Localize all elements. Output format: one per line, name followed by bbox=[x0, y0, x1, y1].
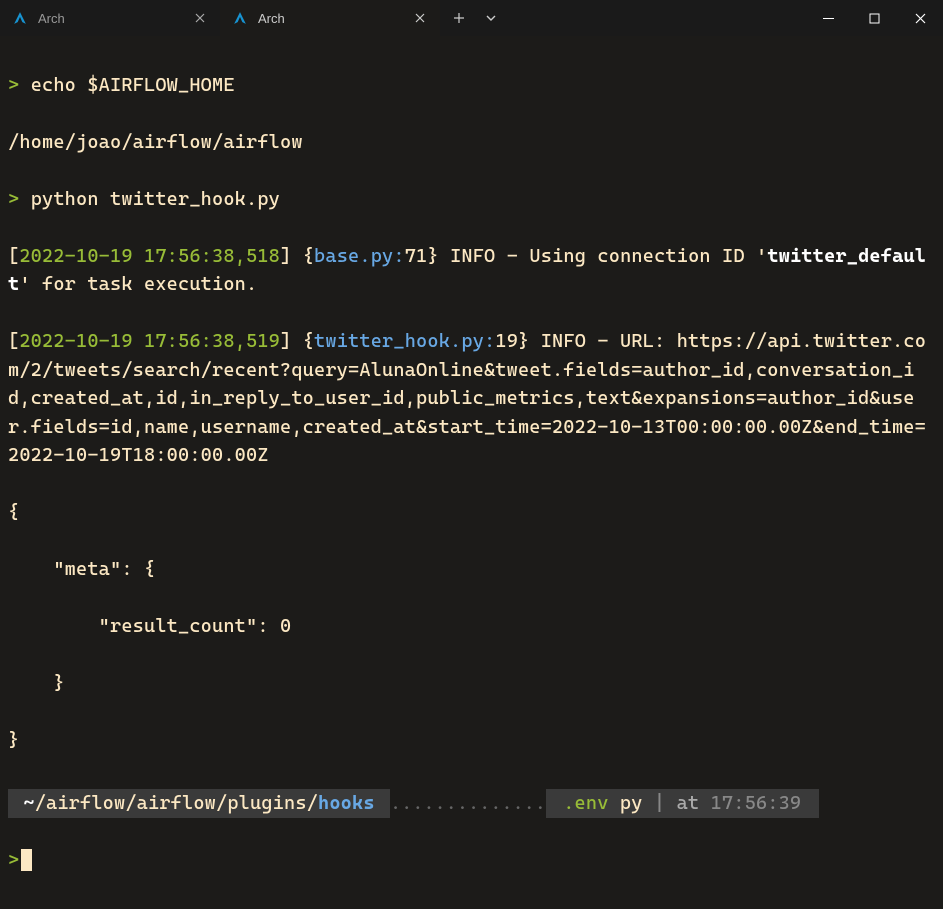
terminal-line: > echo $AIRFLOW_HOME bbox=[8, 71, 935, 100]
arch-icon bbox=[12, 10, 28, 26]
tab-title-1: Arch bbox=[38, 11, 182, 26]
venv-name: .env bbox=[563, 792, 608, 814]
log-file: base.py: bbox=[314, 245, 405, 267]
log-level: INFO bbox=[541, 330, 586, 352]
prompt-char: > bbox=[8, 849, 19, 871]
output: /home/joao/airflow/airflow bbox=[8, 131, 303, 153]
close-icon[interactable] bbox=[412, 10, 428, 26]
log-msg: - Using connection ID ' bbox=[495, 245, 767, 267]
status-path: ~/airflow/airflow/plugins/hooks bbox=[8, 789, 390, 818]
command: python twitter_hook.py bbox=[31, 188, 280, 210]
minimize-button[interactable] bbox=[805, 0, 851, 36]
tab-title-2: Arch bbox=[258, 11, 402, 26]
prompt-line: > bbox=[8, 846, 935, 875]
maximize-button[interactable] bbox=[851, 0, 897, 36]
new-tab-button[interactable] bbox=[444, 3, 474, 33]
prompt-char: > bbox=[8, 74, 19, 96]
titlebar: Arch Arch bbox=[0, 0, 943, 36]
log-file: twitter_hook.py: bbox=[314, 330, 495, 352]
status-line: ~/airflow/airflow/plugins/hooks ........… bbox=[8, 789, 935, 818]
tab-actions bbox=[440, 0, 510, 36]
dropdown-button[interactable] bbox=[476, 3, 506, 33]
status-dots: .............. bbox=[390, 789, 546, 818]
status-right: .env py | at 17:56:39 bbox=[546, 789, 819, 818]
terminal-body[interactable]: > echo $AIRFLOW_HOME /home/joao/airflow/… bbox=[0, 36, 943, 909]
json-output: } bbox=[8, 669, 935, 698]
json-output: } bbox=[8, 726, 935, 755]
log-lineno: 19 bbox=[495, 330, 518, 352]
json-output: "meta": { bbox=[8, 555, 935, 584]
terminal-line: /home/joao/airflow/airflow bbox=[8, 128, 935, 157]
log-timestamp: 2022-10-19 17:56:38,519 bbox=[19, 330, 280, 352]
close-button[interactable] bbox=[897, 0, 943, 36]
arch-icon bbox=[232, 10, 248, 26]
json-output: "result_count": 0 bbox=[8, 612, 935, 641]
command: echo $AIRFLOW_HOME bbox=[31, 74, 235, 96]
log-level: INFO bbox=[450, 245, 495, 267]
log-line: [2022-10-19 17:56:38,519] {twitter_hook.… bbox=[8, 327, 935, 470]
tabs: Arch Arch bbox=[0, 0, 805, 36]
close-icon[interactable] bbox=[192, 10, 208, 26]
log-line: [2022-10-19 17:56:38,518] {base.py:71} I… bbox=[8, 242, 935, 299]
cursor bbox=[21, 849, 32, 871]
tab-arch-2[interactable]: Arch bbox=[220, 0, 440, 36]
tab-arch-1[interactable]: Arch bbox=[0, 0, 220, 36]
prompt-char: > bbox=[8, 188, 19, 210]
window-controls bbox=[805, 0, 943, 36]
log-msg: ' for task execution. bbox=[19, 273, 257, 295]
json-output: { bbox=[8, 498, 935, 527]
terminal-line: > python twitter_hook.py bbox=[8, 185, 935, 214]
log-lineno: 71 bbox=[405, 245, 428, 267]
status-time: 17:56:39 bbox=[711, 792, 813, 814]
log-timestamp: 2022-10-19 17:56:38,518 bbox=[19, 245, 280, 267]
